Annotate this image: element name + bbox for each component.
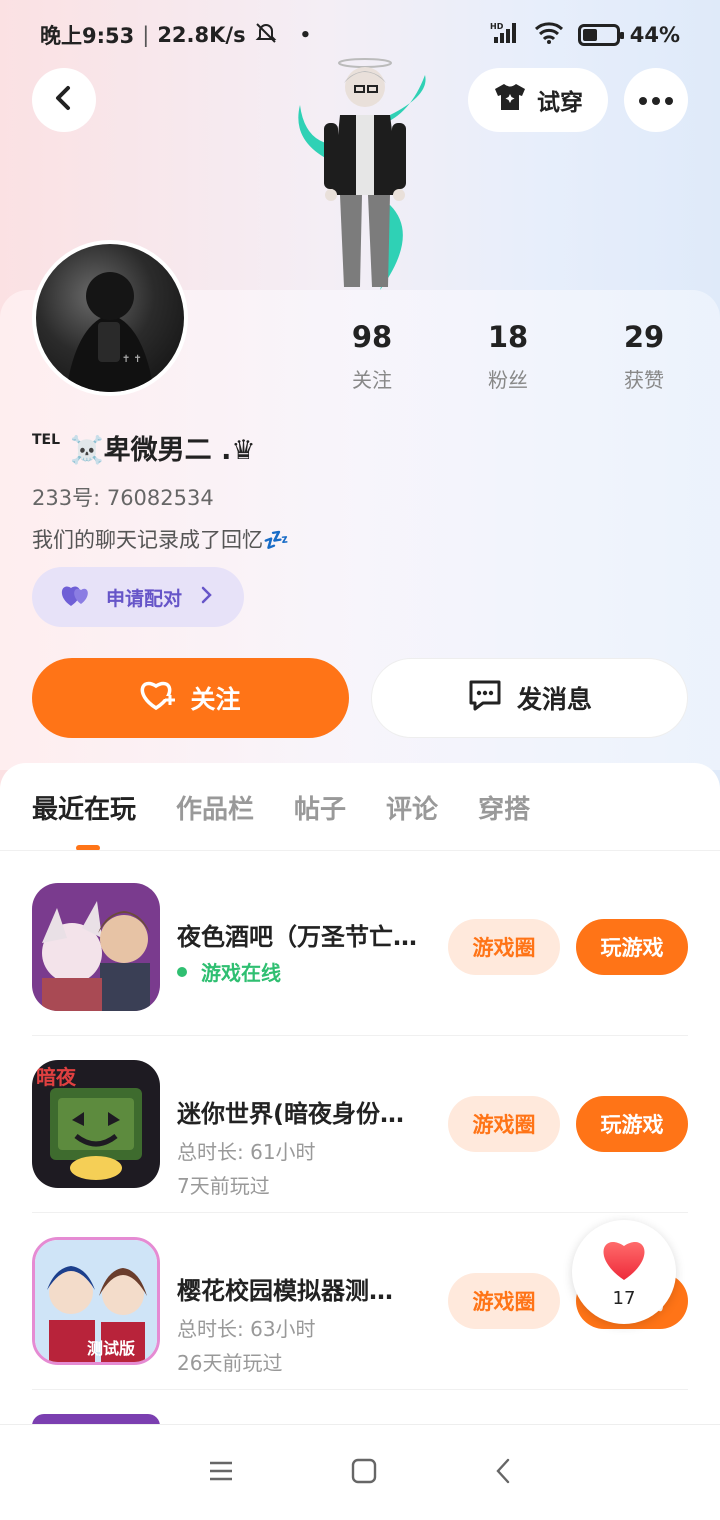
game-playtime: 总时长: 61小时 [177,1140,316,1164]
status-time: 晚上9:53 [40,24,135,48]
chevron-left-icon [50,84,78,116]
svg-text:✝ ✝: ✝ ✝ [122,354,142,365]
svg-text:HD: HD [490,22,504,31]
game-icon-mini-world[interactable]: 暗夜 [32,1060,160,1188]
send-message-label: 发消息 [516,685,592,714]
stat-followers[interactable]: 18 粉丝 [440,320,576,393]
system-nav-bar [0,1424,720,1520]
stat-followers-label: 粉丝 [488,368,528,392]
character-avatar-figure[interactable] [280,55,440,295]
status-network-speed: 22.8K/s [157,23,246,47]
back-button[interactable] [32,68,96,132]
tab-posts[interactable]: 帖子 [294,789,346,826]
game-circle-button[interactable]: 游戏圈 [448,919,560,975]
back-nav-icon[interactable] [494,1457,512,1489]
like-float-button[interactable]: 17 [572,1220,676,1324]
game-circle-button[interactable]: 游戏圈 [448,1273,560,1329]
stat-following-label: 关注 [352,368,392,392]
play-game-button[interactable]: 玩游戏 [576,1096,688,1152]
user-bio: 我们的聊天记录成了回忆💤 [32,528,290,552]
online-status-text: 游戏在线 [201,961,281,985]
row-divider [32,1035,688,1036]
game-title: 夜色酒吧（万圣节亡… [177,923,417,951]
battery-percent: 44% [629,23,680,47]
chevron-right-icon [200,586,214,609]
stat-following-count: 98 [351,320,393,354]
game-row[interactable]: 暗夜 迷你世界(暗夜身份… 总时长: 61小时 7天前玩过 游戏圈 玩游戏 [32,1060,688,1237]
game-playtime: 总时长: 63小时 [177,1317,316,1341]
request-match-button[interactable]: 申请配对 [32,567,244,627]
svg-text:暗夜: 暗夜 [36,1065,77,1089]
more-dots-icon [638,91,674,110]
row-divider [32,1389,688,1390]
play-game-button[interactable]: 玩游戏 [576,919,688,975]
more-button[interactable] [624,68,688,132]
profile-tabs: 最近在玩 作品栏 帖子 评论 穿搭 [32,789,530,826]
shirt-icon [493,82,527,118]
game-circle-button[interactable]: 游戏圈 [448,1096,560,1152]
game-icon-sakura-school[interactable]: 测试版 [32,1237,160,1365]
tab-comments[interactable]: 评论 [386,789,438,826]
tabs-divider [0,850,720,851]
username-text: ☠️卑微男二 .♛ [70,435,256,466]
heart-plus-icon [140,679,176,717]
stat-likes-count: 29 [623,320,665,354]
wifi-icon [534,21,564,50]
content-sheet: 最近在玩 作品栏 帖子 评论 穿搭 夜色酒吧（万圣节亡… 游戏在线 游戏圈 玩游… [0,763,720,1426]
tab-outfits[interactable]: 穿搭 [478,789,530,826]
online-dot-icon [177,966,187,977]
try-on-label: 试穿 [537,90,583,116]
game-row[interactable]: 夜色酒吧（万圣节亡… 游戏在线 游戏圈 玩游戏 [32,883,688,1060]
row-divider [32,1212,688,1213]
menu-icon[interactable] [208,1460,234,1486]
stat-likes[interactable]: 29 获赞 [576,320,712,393]
tel-badge: TEL [32,431,61,448]
signal-icon: HD [490,21,520,50]
chat-bubble-icon [467,678,503,718]
game-last-played: 7天前玩过 [177,1174,270,1198]
bell-off-icon [254,21,278,50]
svg-text:测试版: 测试版 [87,1339,135,1358]
follow-button[interactable]: 关注 [32,658,349,738]
tab-works[interactable]: 作品栏 [176,789,254,826]
home-icon[interactable] [351,1458,377,1488]
follow-label: 关注 [190,685,241,714]
stat-followers-count: 18 [487,320,529,354]
game-title: 樱花校园模拟器测… [177,1277,393,1305]
request-match-label: 申请配对 [106,587,183,610]
send-message-button[interactable]: 发消息 [371,658,688,738]
tab-recently-played[interactable]: 最近在玩 [32,789,136,826]
try-on-button[interactable]: 试穿 [468,68,608,132]
game-icon-night-bar[interactable] [32,883,160,1011]
heart-icon [599,1236,649,1286]
game-online-status: 游戏在线 [177,957,281,986]
username: TEL ☠️卑微男二 .♛ [32,428,256,467]
stat-likes-label: 获赞 [624,368,664,392]
user-id: 233号: 76082534 [32,486,214,510]
profile-stats: 98 关注 18 粉丝 29 获赞 [304,320,712,393]
like-count: 17 [612,1287,636,1309]
avatar[interactable]: ✝ ✝ [32,240,188,396]
game-title: 迷你世界(暗夜身份… [177,1100,404,1128]
battery-icon [577,24,624,46]
stat-following[interactable]: 98 关注 [304,320,440,393]
heart-pair-icon [60,582,94,613]
game-last-played: 26天前玩过 [177,1351,283,1375]
